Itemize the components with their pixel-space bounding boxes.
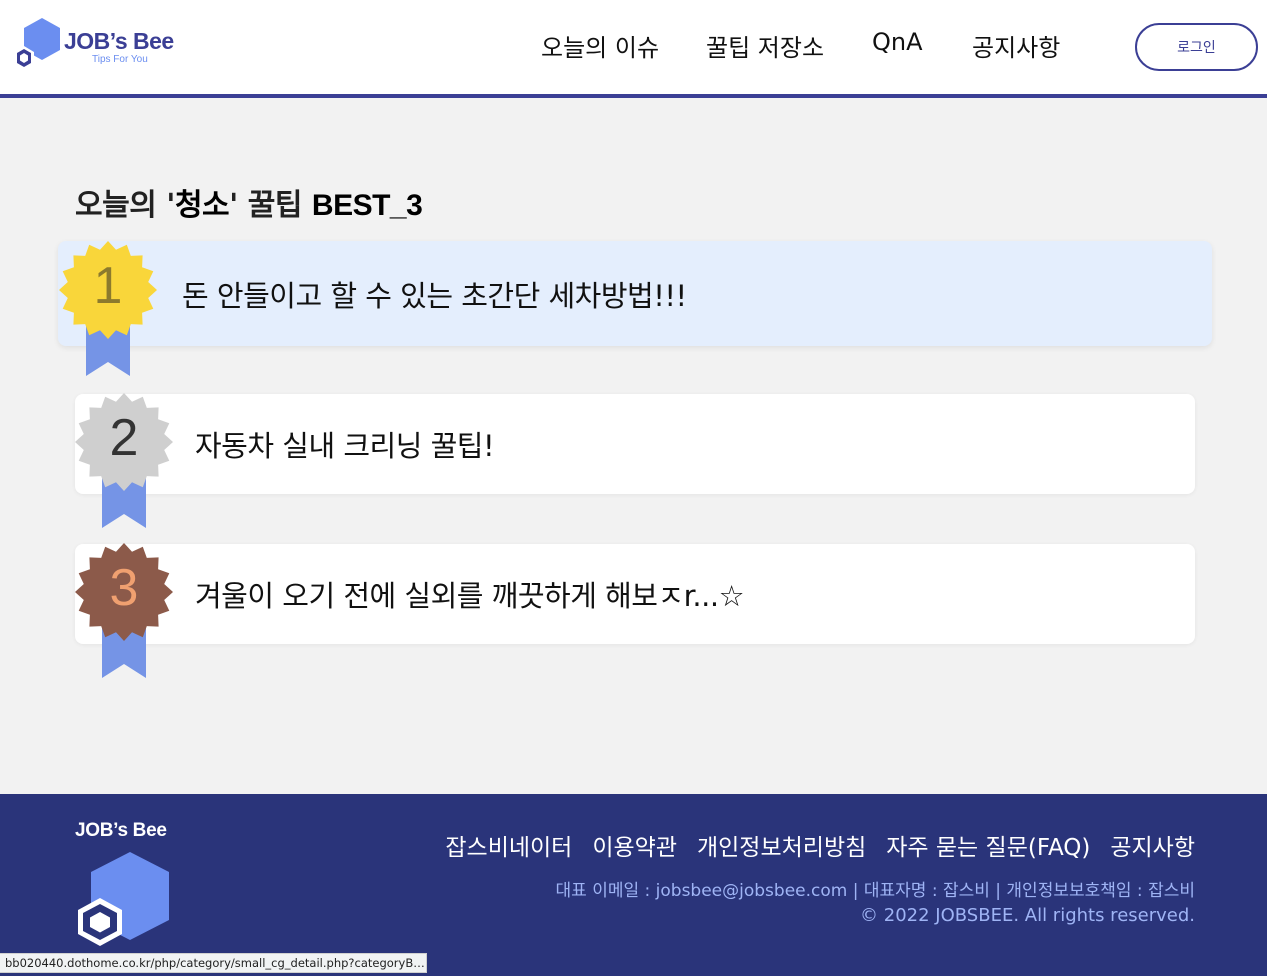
footer-link-terms[interactable]: 이용약관 xyxy=(592,828,677,862)
rank-number: 1 xyxy=(93,257,123,315)
ranking-item[interactable]: 자동차 실내 크리닝 꿀팁! xyxy=(75,394,1195,494)
footer-links: 잡스비네이터 이용약관 개인정보처리방침 자주 묻는 질문(FAQ) 공지사항 xyxy=(445,828,1195,862)
rank-badge-gold: 1 xyxy=(58,240,158,380)
footer-link-jobsbeenator[interactable]: 잡스비네이터 xyxy=(445,828,572,862)
logo-title: JOB’s Bee xyxy=(64,28,174,54)
nav-todays-issue[interactable]: 오늘의 이슈 xyxy=(541,28,659,64)
hexagon-logo-icon xyxy=(78,852,169,946)
site-header: JOB’s Bee Tips For You 오늘의 이슈 꿀팁 저장소 QnA… xyxy=(0,0,1267,98)
heading-middle: ' 꿀팁 xyxy=(229,188,312,223)
browser-status-url: bb020440.dothome.co.kr/php/category/smal… xyxy=(0,953,427,973)
site-footer: JOB’s Bee 잡스비네이터 이용약관 개인정보처리방침 자주 묻는 질문(… xyxy=(0,794,1267,976)
heading-prefix: 오늘의 ' xyxy=(75,188,175,223)
ranking-item-title[interactable]: 겨울이 오기 전에 실외를 깨끗하게 해보ㅈr...☆ xyxy=(195,573,745,615)
ranking-item[interactable]: 겨울이 오기 전에 실외를 깨끗하게 해보ㅈr...☆ xyxy=(75,544,1195,644)
site-logo[interactable]: JOB’s Bee Tips For You xyxy=(10,16,210,72)
hexagon-logo-icon xyxy=(14,18,60,70)
footer-link-faq[interactable]: 자주 묻는 질문(FAQ) xyxy=(886,828,1090,862)
ranking-item-title[interactable]: 자동차 실내 크리닝 꿀팁! xyxy=(195,423,495,465)
footer-contact-info: 대표 이메일 : jobsbee@jobsbee.com | 대표자명 : 잡스… xyxy=(555,881,1195,901)
rank-number: 2 xyxy=(109,409,139,467)
rank-number: 3 xyxy=(109,559,139,617)
ranking-item-title[interactable]: 돈 안들이고 할 수 있는 초간단 세차방법!!! xyxy=(182,273,687,315)
footer-logo-title: JOB’s Bee xyxy=(75,820,167,841)
nav-tips-storage[interactable]: 꿀팁 저장소 xyxy=(706,28,824,64)
heading-category: 청소 xyxy=(174,188,230,223)
footer-copyright: © 2022 JOBSBEE. All rights reserved. xyxy=(860,905,1195,926)
nav-notices[interactable]: 공지사항 xyxy=(972,28,1060,64)
nav-qna[interactable]: QnA xyxy=(872,28,923,64)
page-title: 오늘의 '청소' 꿀팁 BEST_3 xyxy=(75,180,423,224)
rank-badge-silver: 2 xyxy=(74,392,174,532)
footer-link-notices[interactable]: 공지사항 xyxy=(1110,828,1195,862)
heading-best: BEST_3 xyxy=(311,189,423,222)
logo-subtitle: Tips For You xyxy=(92,54,148,65)
ranking-item[interactable]: 돈 안들이고 할 수 있는 초간단 세차방법!!! xyxy=(58,241,1212,346)
rank-badge-bronze: 3 xyxy=(74,542,174,682)
footer-link-privacy[interactable]: 개인정보처리방침 xyxy=(697,828,866,862)
login-button[interactable]: 로그인 xyxy=(1135,23,1258,71)
